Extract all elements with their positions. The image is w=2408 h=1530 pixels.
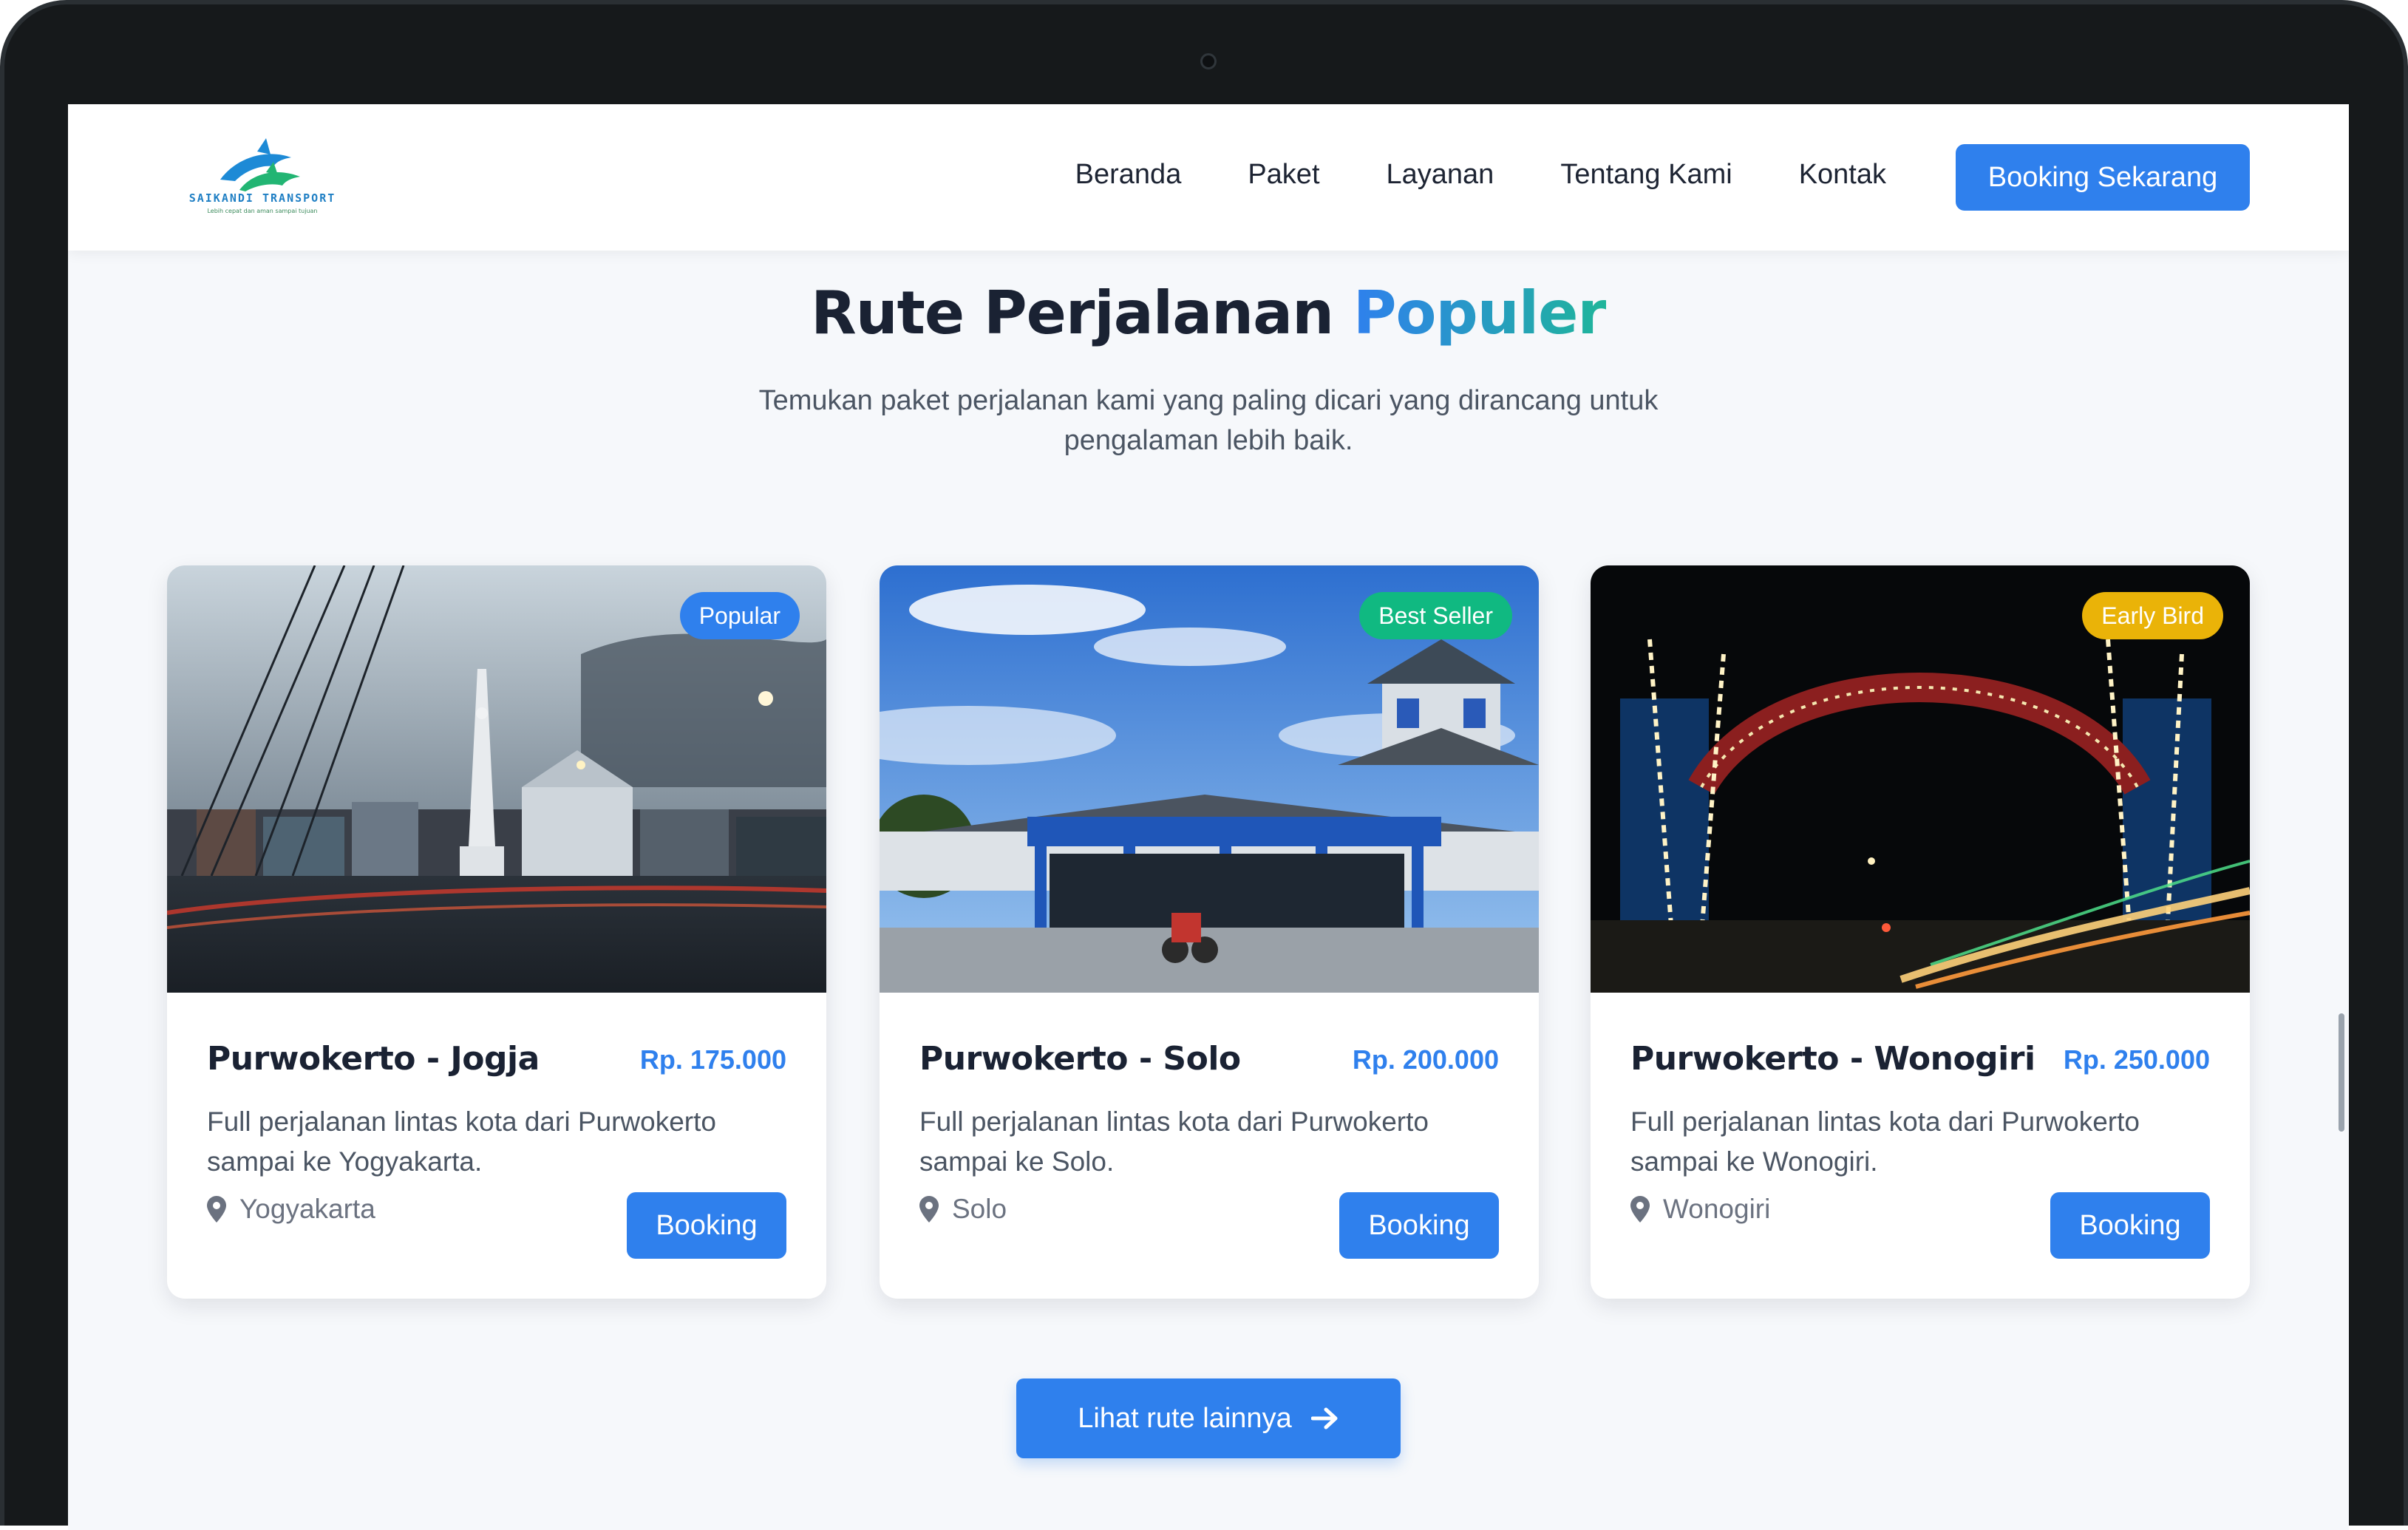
route-description: Full perjalanan lintas kota dari Purwoke… [919,1106,1429,1177]
section-subtitle: Temukan paket perjalanan kami yang palin… [758,385,1659,456]
booking-button-solo[interactable]: Booking [1339,1192,1499,1259]
section-title-main: Rute Perjalanan [811,279,1353,347]
brand-name: SAIKANDI TRANSPORT [188,191,336,205]
booking-button-wonogiri[interactable]: Booking [2050,1192,2210,1259]
route-image-solo: Best Seller [880,565,1539,993]
section-title-accent: Populer [1353,279,1607,347]
lihat-rute-lainnya-button[interactable]: Lihat rute lainnya [1016,1378,1401,1458]
route-location-label: Yogyakarta [239,1194,375,1224]
route-location-label: Solo [952,1194,1007,1224]
booking-button-jogja[interactable]: Booking [627,1192,786,1259]
scrollbar-thumb[interactable] [2339,1013,2344,1132]
browser-viewport: SAIKANDI TRANSPORT Lebih cepat dan aman … [68,104,2349,1530]
map-pin-icon [207,1196,226,1223]
route-image-wonogiri: Early Bird [1591,565,2250,993]
route-location: Solo [919,1194,1007,1225]
route-price: Rp. 175.000 [639,1044,786,1075]
camera-icon [1200,53,1217,69]
badge-best-seller: Best Seller [1359,592,1512,639]
route-image-jogja: Popular [167,565,826,993]
route-card-jogja: Popular Purwokerto - Jogja Rp. 175.000 F… [167,565,826,1299]
map-pin-icon [919,1196,939,1223]
brand-logo[interactable]: SAIKANDI TRANSPORT Lebih cepat dan aman … [185,135,340,224]
dolphin-logo-icon [220,138,300,191]
nav-link-layanan[interactable]: Layanan [1387,159,1494,191]
route-price: Rp. 250.000 [2063,1044,2210,1075]
navbar: SAIKANDI TRANSPORT Lebih cepat dan aman … [68,104,2349,251]
route-card-solo: Best Seller Purwokerto - Solo Rp. 200.00… [880,565,1539,1299]
badge-popular: Popular [679,592,800,639]
route-title: Purwokerto - Jogja [207,1040,540,1078]
nav-link-kontak[interactable]: Kontak [1799,159,1886,191]
map-pin-icon [1630,1196,1650,1223]
nav-link-tentang-kami[interactable]: Tentang Kami [1560,159,1732,191]
route-location: Yogyakarta [207,1194,375,1225]
more-button-label: Lihat rute lainnya [1078,1402,1292,1434]
route-title: Purwokerto - Wonogiri [1630,1040,2035,1078]
booking-sekarang-button[interactable]: Booking Sekarang [1956,144,2250,211]
route-title: Purwokerto - Solo [919,1040,1241,1078]
badge-early-bird: Early Bird [2082,592,2223,639]
laptop-frame: SAIKANDI TRANSPORT Lebih cepat dan aman … [0,0,2408,1530]
route-description: Full perjalanan lintas kota dari Purwoke… [1630,1106,2140,1177]
route-card-wonogiri: Early Bird Purwokerto - Wonogiri Rp. 250… [1591,565,2250,1299]
section-title: Rute Perjalanan Populer [68,279,2349,347]
route-price: Rp. 200.000 [1352,1044,1499,1075]
route-location: Wonogiri [1630,1194,1770,1225]
route-description: Full perjalanan lintas kota dari Purwoke… [207,1106,716,1177]
route-location-label: Wonogiri [1663,1194,1771,1224]
nav-link-beranda[interactable]: Beranda [1075,159,1182,191]
main-nav: Beranda Paket Layanan Tentang Kami Konta… [1075,159,1886,191]
arrow-right-icon [1310,1407,1338,1429]
nav-link-paket[interactable]: Paket [1248,159,1319,191]
brand-tagline: Lebih cepat dan aman sampai tujuan [207,208,318,214]
